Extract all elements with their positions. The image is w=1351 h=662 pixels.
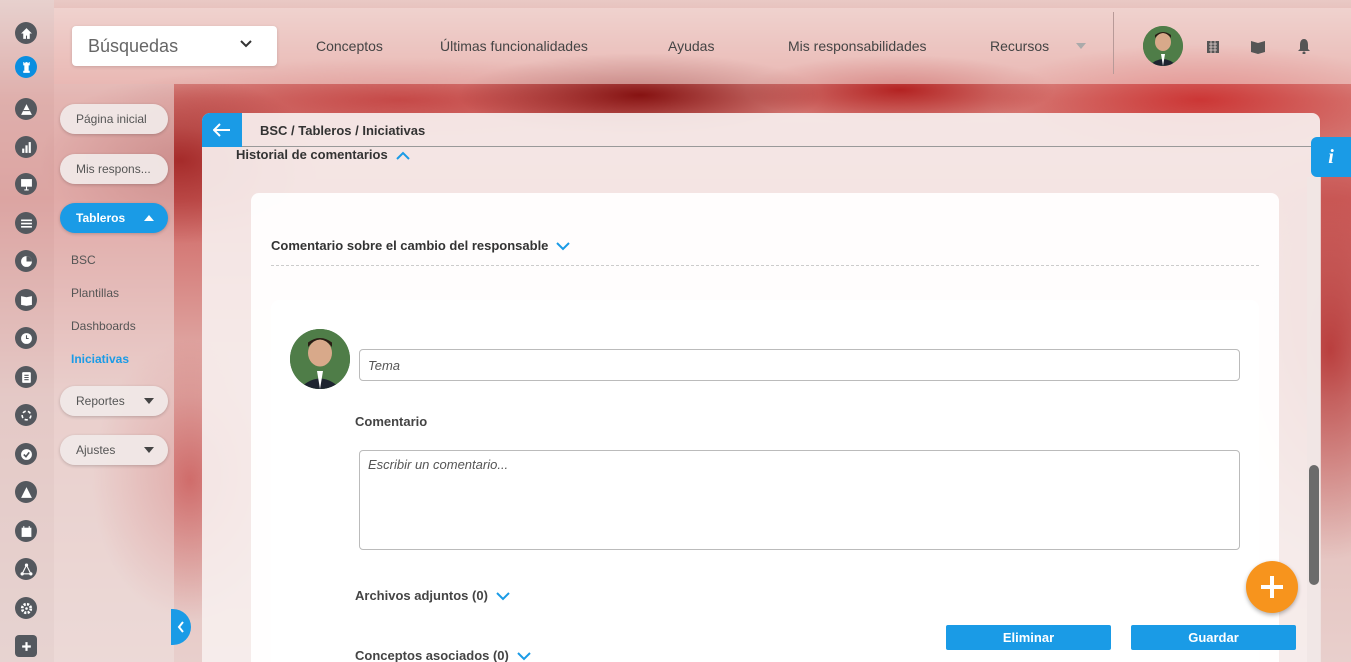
menu-item-plantillas[interactable]: Plantillas xyxy=(71,286,119,300)
back-button[interactable] xyxy=(202,113,242,147)
home-icon[interactable] xyxy=(15,22,37,44)
bell-icon[interactable] xyxy=(1296,38,1312,54)
info-button[interactable]: i xyxy=(1311,137,1351,177)
cycle-icon[interactable] xyxy=(15,404,37,426)
change-comment-toggle[interactable]: Comentario sobre el cambio del responsab… xyxy=(271,238,571,253)
menu-item-iniciativas[interactable]: Iniciativas xyxy=(71,352,129,366)
nav-recursos[interactable]: Recursos xyxy=(990,38,1049,54)
nav-mis-responsabilidades[interactable]: Mis responsabilidades xyxy=(788,38,927,54)
nav-conceptos[interactable]: Conceptos xyxy=(316,38,383,54)
menu-pagina-inicial[interactable]: Página inicial xyxy=(60,104,168,134)
book-icon[interactable] xyxy=(1250,38,1266,54)
scrollbar-thumb[interactable] xyxy=(1309,465,1319,585)
menu-ajustes-label: Ajustes xyxy=(76,443,116,457)
scrollbar-track[interactable] xyxy=(1307,177,1321,662)
network-icon[interactable] xyxy=(15,558,37,580)
menu-tableros-label: Tableros xyxy=(76,211,126,225)
document-icon[interactable] xyxy=(15,366,37,388)
menu-item-bsc[interactable]: BSC xyxy=(71,253,96,267)
search-label: Búsquedas xyxy=(88,35,179,56)
chevron-down-icon xyxy=(240,40,252,48)
comentario-textarea[interactable]: Escribir un comentario... xyxy=(359,450,1240,550)
caret-up-icon xyxy=(144,215,154,221)
menu-tableros[interactable]: Tableros xyxy=(60,203,168,233)
chevron-down-icon xyxy=(556,242,571,251)
nav-ayudas[interactable]: Ayudas xyxy=(668,38,714,54)
tema-input[interactable]: Tema xyxy=(359,349,1240,381)
comentario-label: Comentario xyxy=(355,414,428,429)
pyramid-icon[interactable] xyxy=(15,98,37,120)
menu-reportes[interactable]: Reportes xyxy=(60,386,168,416)
menu-reportes-label: Reportes xyxy=(76,394,125,408)
change-comment-title: Comentario sobre el cambio del responsab… xyxy=(271,238,549,253)
user-avatar[interactable] xyxy=(1143,26,1183,66)
menu-mis-respons[interactable]: Mis respons... xyxy=(60,154,168,184)
calendar-icon[interactable] xyxy=(15,520,37,542)
presentation-icon[interactable] xyxy=(15,173,37,195)
history-toggle[interactable]: Historial de comentarios xyxy=(236,147,410,162)
history-title: Historial de comentarios xyxy=(236,147,388,162)
menu-pagina-inicial-label: Página inicial xyxy=(76,112,147,126)
nav-ultimas-funcionalidades[interactable]: Últimas funcionalidades xyxy=(440,38,588,54)
dashed-divider xyxy=(271,265,1259,266)
conceptos-toggle[interactable]: Conceptos asociados (0) xyxy=(355,648,531,662)
warning-icon[interactable] xyxy=(15,481,37,503)
clock-icon[interactable] xyxy=(15,327,37,349)
chevron-down-icon xyxy=(496,592,510,601)
chevron-down-icon xyxy=(517,652,531,661)
caret-down-icon xyxy=(144,447,154,453)
plus-square-icon[interactable] xyxy=(15,635,37,657)
menu-item-dashboards[interactable]: Dashboards xyxy=(71,319,136,333)
collapse-menu-button[interactable] xyxy=(171,609,191,645)
comment-avatar xyxy=(290,329,350,389)
archivos-toggle[interactable]: Archivos adjuntos (0) xyxy=(355,588,510,603)
topbar-divider xyxy=(1113,12,1114,74)
arrow-left-icon xyxy=(213,123,230,137)
eliminar-button[interactable]: Eliminar xyxy=(946,625,1111,650)
bar-chart-icon[interactable] xyxy=(15,136,37,158)
conceptos-label: Conceptos asociados (0) xyxy=(355,648,509,662)
menu-mis-respons-label: Mis respons... xyxy=(76,162,151,176)
archivos-label: Archivos adjuntos (0) xyxy=(355,588,488,603)
chevron-up-icon xyxy=(396,151,410,160)
search-dropdown[interactable]: Búsquedas xyxy=(72,26,277,66)
book-icon[interactable] xyxy=(15,289,37,311)
tower-icon[interactable] xyxy=(15,56,37,78)
info-icon: i xyxy=(1328,145,1334,168)
check-icon[interactable] xyxy=(15,443,37,465)
gear-icon[interactable] xyxy=(15,597,37,619)
list-icon[interactable] xyxy=(15,212,37,234)
calendar-icon[interactable] xyxy=(1205,38,1221,54)
add-fab-button[interactable] xyxy=(1246,561,1298,613)
recursos-caret-icon xyxy=(1076,43,1086,49)
caret-down-icon xyxy=(144,398,154,404)
pie-chart-icon[interactable] xyxy=(15,250,37,272)
breadcrumb: BSC / Tableros / Iniciativas xyxy=(260,123,426,138)
menu-ajustes[interactable]: Ajustes xyxy=(60,435,168,465)
guardar-button[interactable]: Guardar xyxy=(1131,625,1296,650)
chevron-left-icon xyxy=(177,621,184,633)
plus-icon xyxy=(1261,576,1283,598)
